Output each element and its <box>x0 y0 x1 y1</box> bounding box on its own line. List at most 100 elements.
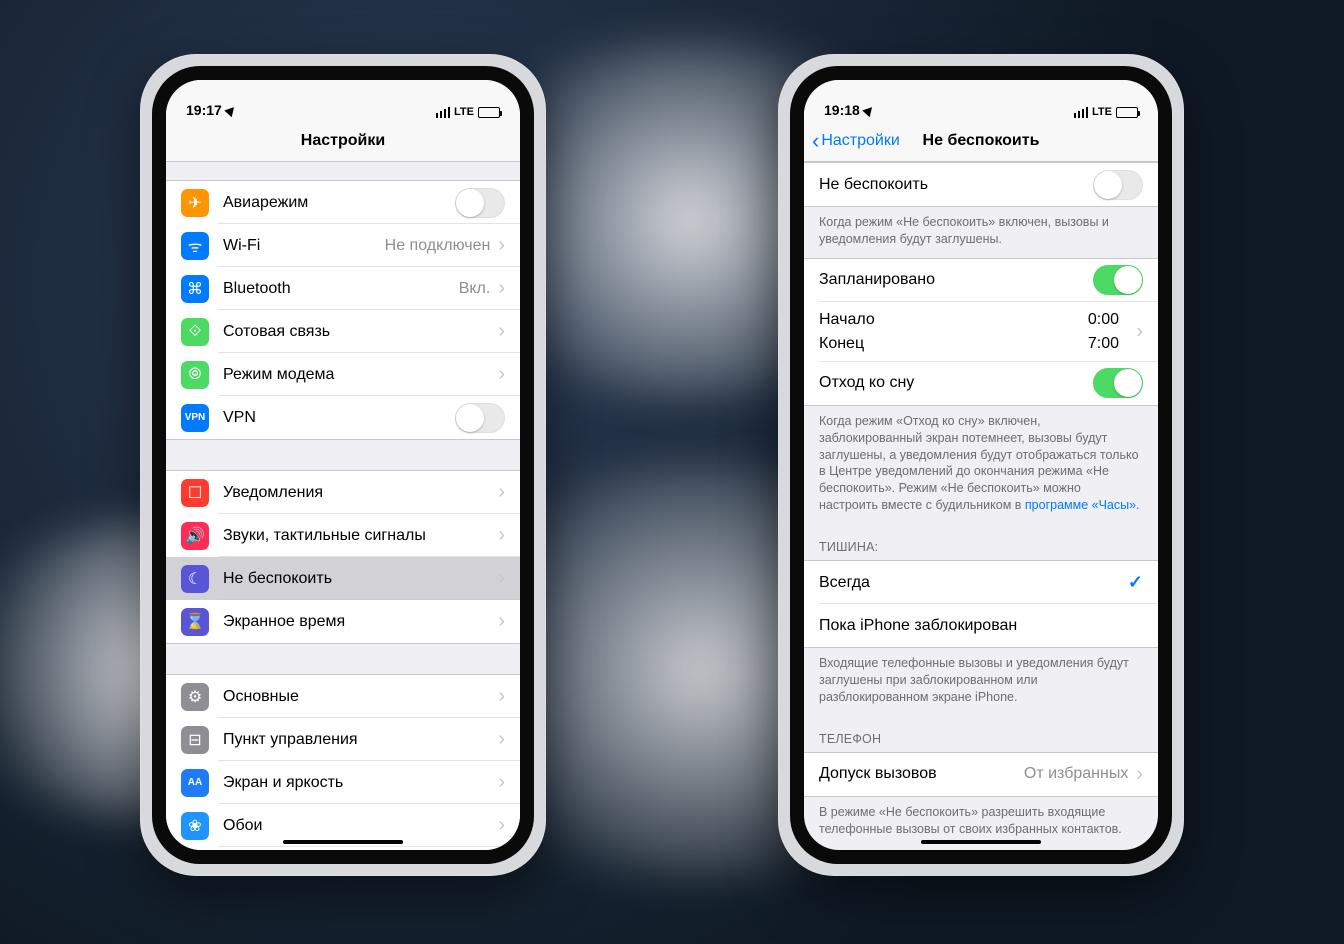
silence-footnote: Входящие телефонные вызовы и уведомления… <box>804 648 1158 716</box>
silence-header: ТИШИНА: <box>804 524 1158 560</box>
status-bar: 19:17 LTE <box>166 80 520 120</box>
home-indicator[interactable] <box>283 840 403 844</box>
chevron-left-icon: ‹ <box>812 130 819 152</box>
screen-dnd: 19:18 LTE ‹ Настройки Не беспокоить Не б… <box>804 80 1158 850</box>
chevron-right-icon: › <box>498 320 505 343</box>
row-sounds[interactable]: 🔊Звуки, тактильные сигналы› <box>166 514 520 557</box>
row-vpn[interactable]: VPN VPN <box>166 396 520 439</box>
phone-frame-right: 19:18 LTE ‹ Настройки Не беспокоить Не б… <box>778 54 1184 876</box>
vpn-icon: VPN <box>181 404 209 432</box>
row-label: Экран и яркость <box>223 774 498 792</box>
network-label: LTE <box>454 106 474 118</box>
row-bedtime[interactable]: Отход ко сну <box>804 362 1158 405</box>
cellular-icon: ⟐ <box>181 318 209 346</box>
row-label: VPN <box>223 409 455 427</box>
row-general[interactable]: ⚙Основные› <box>166 675 520 718</box>
chevron-right-icon: › <box>498 610 505 633</box>
screen-time-icon: ⌛ <box>181 608 209 636</box>
bluetooth-icon: ⌘ <box>181 275 209 303</box>
location-icon <box>224 103 237 116</box>
battery-icon <box>478 107 500 118</box>
chevron-right-icon: › <box>1136 763 1143 786</box>
settings-group-notifications: ☐Уведомления›🔊Звуки, тактильные сигналы›… <box>166 470 520 644</box>
row-siri[interactable]: ◑Siri и Поиск› <box>166 847 520 850</box>
chevron-right-icon: › <box>498 771 505 794</box>
wifi-icon: ᯤ <box>181 232 209 260</box>
status-right: LTE <box>436 106 500 118</box>
check-icon: ✓ <box>1128 572 1143 593</box>
dnd-icon: ☾ <box>181 565 209 593</box>
back-label: Настройки <box>821 132 899 150</box>
chevron-right-icon: › <box>498 728 505 751</box>
notifications-icon: ☐ <box>181 479 209 507</box>
dnd-content[interactable]: Не беспокоить Когда режим «Не беспокоить… <box>804 162 1158 850</box>
row-notifications[interactable]: ☐ Уведомления› <box>166 471 520 514</box>
row-label: Уведомления <box>223 484 498 502</box>
row-label: Авиарежим <box>223 194 455 212</box>
bedtime-footnote: Когда режим «Отход ко сну» включен, забл… <box>804 406 1158 524</box>
toggle-dnd[interactable] <box>1093 170 1143 200</box>
row-bluetooth[interactable]: ⌘ BluetoothВкл. › <box>166 267 520 310</box>
row-label: Сотовая связь <box>223 323 498 341</box>
clock-app-link[interactable]: программе «Часы». <box>1025 498 1140 512</box>
general-icon: ⚙ <box>181 683 209 711</box>
dnd-footnote: Когда режим «Не беспокоить» включен, выз… <box>804 207 1158 258</box>
back-button[interactable]: ‹ Настройки <box>812 130 900 152</box>
settings-group-general: ⚙Основные›⊟Пункт управления›AAЭкран и яр… <box>166 674 520 850</box>
toggle-airplane[interactable] <box>455 188 505 218</box>
chevron-right-icon: › <box>498 234 505 257</box>
phone-header: ТЕЛЕФОН <box>804 716 1158 752</box>
chevron-right-icon: › <box>498 277 505 300</box>
row-cellular[interactable]: ⟐ Сотовая связь› <box>166 310 520 353</box>
chevron-right-icon: › <box>498 567 505 590</box>
sounds-icon: 🔊 <box>181 522 209 550</box>
settings-group-connectivity: ✈Авиарежим ᯤ Wi-FiНе подключен › ⌘ BluetoothВ… <box>166 180 520 440</box>
row-scheduled[interactable]: Запланировано <box>804 259 1158 302</box>
hotspot-icon: ⦾ <box>181 361 209 389</box>
chevron-right-icon: › <box>498 363 505 386</box>
row-label: Не беспокоить <box>223 570 498 588</box>
toggle-vpn[interactable] <box>455 403 505 433</box>
control-center-icon: ⊟ <box>181 726 209 754</box>
bezel: 19:18 LTE ‹ Настройки Не беспокоить Не б… <box>790 66 1172 864</box>
chevron-right-icon: › <box>498 524 505 547</box>
row-label: Основные <box>223 688 498 706</box>
row-label: Wi-Fi <box>223 237 385 255</box>
screen-settings: 19:17 LTE Настройки ✈Авиарежим ᯤ Wi-FiНе п… <box>166 80 520 850</box>
network-label: LTE <box>1092 106 1112 118</box>
display-icon: AA <box>181 769 209 797</box>
toggle-bedtime[interactable] <box>1093 368 1143 398</box>
row-airplane[interactable]: ✈Авиарежим <box>166 181 520 224</box>
row-label: Bluetooth <box>223 280 459 298</box>
status-right: LTE <box>1074 106 1138 118</box>
wallpaper-icon: ❀ <box>181 812 209 840</box>
chevron-right-icon: › <box>498 481 505 504</box>
row-screen-time[interactable]: ⌛ Экранное время› <box>166 600 520 643</box>
row-silence-always[interactable]: Всегда ✓ <box>804 561 1158 604</box>
row-label: Режим модема <box>223 366 498 384</box>
row-label: Экранное время <box>223 613 498 631</box>
status-time: 19:17 <box>186 102 236 118</box>
row-detail: Вкл. <box>459 280 491 298</box>
status-bar: 19:18 LTE <box>804 80 1158 120</box>
row-hotspot[interactable]: ⦾ Режим модема› <box>166 353 520 396</box>
row-dnd-toggle[interactable]: Не беспокоить <box>804 163 1158 206</box>
phone-frame-left: 19:17 LTE Настройки ✈Авиарежим ᯤ Wi-FiНе п… <box>140 54 546 876</box>
row-allow-calls[interactable]: Допуск вызовов От избранных › <box>804 753 1158 796</box>
toggle-scheduled[interactable] <box>1093 265 1143 295</box>
row-schedule-times[interactable]: Начало0:00 Конец7:00 › <box>804 302 1158 362</box>
row-display[interactable]: AA Экран и яркость› <box>166 761 520 804</box>
row-dnd[interactable]: ☾ Не беспокоить› <box>166 557 520 600</box>
page-title: Не беспокоить <box>923 132 1040 150</box>
row-silence-locked[interactable]: Пока iPhone заблокирован <box>804 604 1158 647</box>
row-wifi[interactable]: ᯤ Wi-FiНе подключен › <box>166 224 520 267</box>
signal-icon <box>436 107 451 118</box>
settings-content[interactable]: ✈Авиарежим ᯤ Wi-FiНе подключен › ⌘ BluetoothВ… <box>166 162 520 850</box>
row-detail: Не подключен <box>385 237 491 255</box>
page-title: Настройки <box>301 132 385 150</box>
row-control-center[interactable]: ⊟Пункт управления› <box>166 718 520 761</box>
row-label: Обои <box>223 817 498 835</box>
nav-bar: ‹ Настройки Не беспокоить <box>804 120 1158 162</box>
chevron-right-icon: › <box>498 814 505 837</box>
home-indicator[interactable] <box>921 840 1041 844</box>
